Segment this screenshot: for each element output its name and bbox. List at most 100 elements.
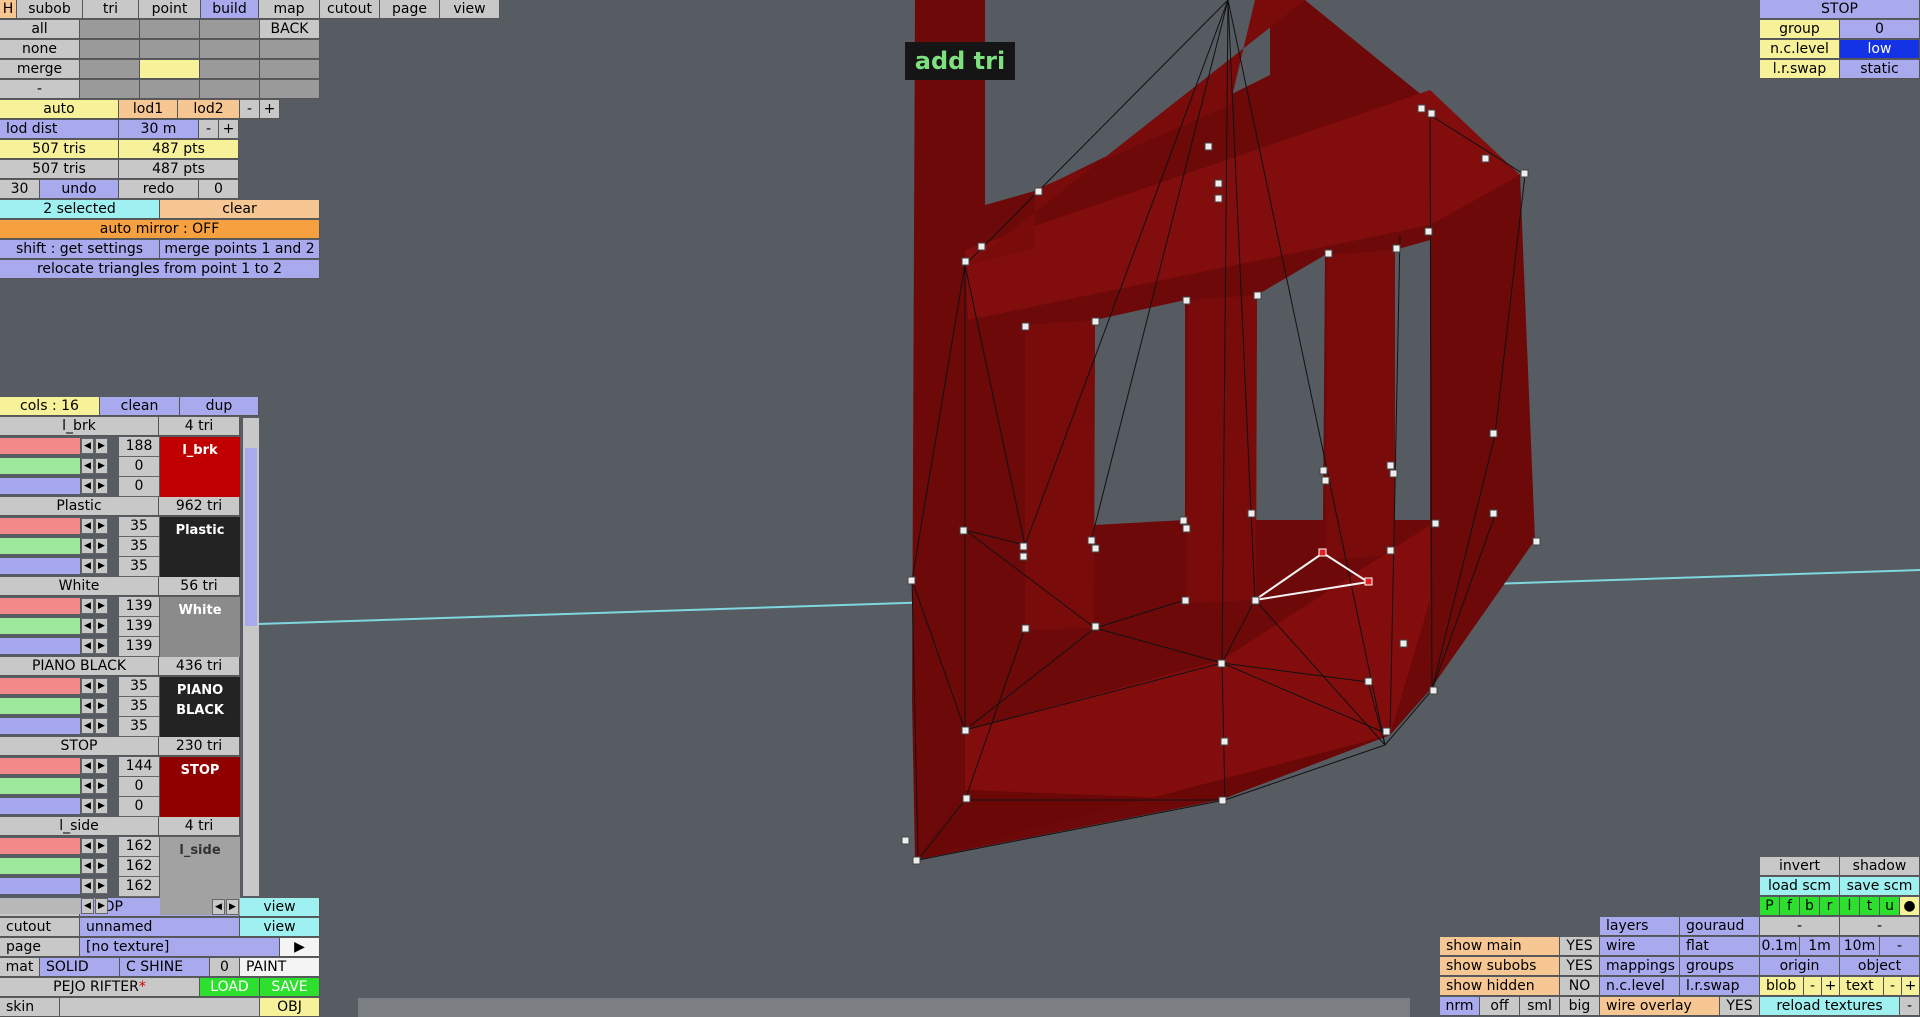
grid-minus-button[interactable]: - xyxy=(1880,937,1920,956)
color-channel-slider[interactable] xyxy=(0,838,80,854)
minus-button-2[interactable]: - xyxy=(1840,917,1920,936)
clear-selection-button[interactable]: clear xyxy=(160,200,320,219)
color-channel-slider[interactable] xyxy=(0,858,80,874)
arrow-left-icon[interactable]: ◀ xyxy=(81,878,94,894)
arrow-right-icon[interactable]: ▶ xyxy=(95,458,108,474)
arrow-right-icon[interactable]: ▶ xyxy=(95,718,108,734)
undo-button[interactable]: undo xyxy=(40,180,119,199)
view-r-button[interactable]: r xyxy=(1820,897,1840,916)
select-slot[interactable] xyxy=(80,40,140,59)
origin-button[interactable]: origin xyxy=(1760,957,1840,976)
arrow-right-icon[interactable]: ▶ xyxy=(95,598,108,614)
select-slot[interactable] xyxy=(140,40,200,59)
minus-button[interactable]: - xyxy=(1760,917,1840,936)
arrow-left-icon[interactable]: ◀ xyxy=(81,858,94,874)
grid-1m-button[interactable]: 1m xyxy=(1800,937,1840,956)
cshine-button[interactable]: C SHINE xyxy=(120,958,210,977)
arrow-right-icon[interactable]: ▶ xyxy=(95,878,108,894)
material-name[interactable]: l_side xyxy=(0,817,159,836)
auto-mirror-toggle[interactable]: auto mirror : OFF xyxy=(0,220,320,239)
view-l-button[interactable]: l xyxy=(1840,897,1860,916)
arrow-right-icon[interactable]: ▶ xyxy=(95,698,108,714)
arrow-left-icon[interactable]: ◀ xyxy=(81,478,94,494)
arrow-left-icon[interactable]: ◀ xyxy=(81,798,94,814)
view-dot-button[interactable]: ● xyxy=(1900,897,1920,916)
page-next-button[interactable]: ▶ xyxy=(280,938,320,957)
select-slot[interactable] xyxy=(200,20,260,39)
palette-scroll-thumb[interactable] xyxy=(245,448,257,626)
select-slot[interactable] xyxy=(140,80,200,99)
arrow-left-icon[interactable]: ◀ xyxy=(81,538,94,554)
save-scm-button[interactable]: save scm xyxy=(1840,877,1920,896)
lod2-button[interactable]: lod2 xyxy=(178,100,240,119)
arrow-right-icon[interactable]: ▶ xyxy=(95,638,108,654)
color-channel-slider[interactable] xyxy=(0,638,80,654)
color-channel-slider[interactable] xyxy=(0,678,80,694)
cutout-view-button[interactable]: view xyxy=(240,918,320,937)
color-channel-slider[interactable] xyxy=(0,558,80,574)
view-p-button[interactable]: P xyxy=(1760,897,1780,916)
arrow-right-icon[interactable]: ▶ xyxy=(95,518,108,534)
dup-button[interactable]: dup xyxy=(180,397,259,416)
select-none[interactable]: none xyxy=(0,40,80,59)
color-channel-slider[interactable] xyxy=(0,718,80,734)
view-u-button[interactable]: u xyxy=(1880,897,1900,916)
wire-button[interactable]: wire xyxy=(1600,937,1680,956)
wire-overlay-value[interactable]: YES xyxy=(1720,997,1760,1016)
lod-dist-minus-button[interactable]: - xyxy=(199,120,219,139)
arrow-right-icon[interactable]: ▶ xyxy=(95,858,108,874)
arrow-right-icon[interactable]: ▶ xyxy=(95,778,108,794)
arrow-left-icon[interactable]: ◀ xyxy=(81,718,94,734)
color-channel-slider[interactable] xyxy=(0,618,80,634)
color-channel-slider[interactable] xyxy=(0,458,80,474)
select-slot[interactable] xyxy=(260,40,320,59)
obj-button[interactable]: OBJ xyxy=(260,998,320,1017)
page-value[interactable]: [no texture] xyxy=(80,938,280,957)
mapping-view-button[interactable]: view xyxy=(240,898,320,917)
arrow-left-icon[interactable]: ◀ xyxy=(81,438,94,454)
select-slot[interactable] xyxy=(260,60,320,79)
menu-build[interactable]: build xyxy=(201,0,259,19)
lrswap-button[interactable]: l.r.swap xyxy=(1680,977,1760,996)
off-button[interactable]: off xyxy=(1480,997,1520,1016)
lod1-button[interactable]: lod1 xyxy=(119,100,178,119)
arrow-left-icon[interactable]: ◀ xyxy=(212,899,225,915)
arrow-left-icon[interactable]: ◀ xyxy=(81,758,94,774)
nrm-button[interactable]: nrm xyxy=(1440,997,1480,1016)
lod-auto-button[interactable]: auto xyxy=(0,100,119,119)
grid-10m-button[interactable]: 10m xyxy=(1840,937,1880,956)
show-main-label[interactable]: show main xyxy=(1440,937,1560,956)
select-slot[interactable] xyxy=(140,20,200,39)
color-channel-slider[interactable] xyxy=(0,478,80,494)
text-minus-button[interactable]: - xyxy=(1884,977,1902,996)
arrow-left-icon[interactable]: ◀ xyxy=(81,678,94,694)
color-channel-slider[interactable] xyxy=(0,758,80,774)
shift-get-settings[interactable]: shift : get settings xyxy=(0,240,160,259)
show-hidden-label[interactable]: show hidden xyxy=(1440,977,1560,996)
arrow-right-icon[interactable]: ▶ xyxy=(226,899,239,915)
select-minus[interactable]: - xyxy=(0,80,80,99)
select-slot[interactable] xyxy=(200,40,260,59)
arrow-right-icon[interactable]: ▶ xyxy=(95,558,108,574)
select-slot[interactable] xyxy=(80,20,140,39)
sml-button[interactable]: sml xyxy=(1520,997,1560,1016)
select-slot[interactable] xyxy=(200,80,260,99)
color-channel-slider[interactable] xyxy=(0,898,80,914)
redo-button[interactable]: redo xyxy=(119,180,199,199)
nclevel-value[interactable]: low xyxy=(1840,40,1920,59)
arrow-left-icon[interactable]: ◀ xyxy=(81,518,94,534)
arrow-left-icon[interactable]: ◀ xyxy=(81,618,94,634)
arrow-left-icon[interactable]: ◀ xyxy=(81,598,94,614)
select-slot[interactable] xyxy=(80,60,140,79)
merge-points-button[interactable]: merge points 1 and 2 xyxy=(160,240,320,259)
arrow-right-icon[interactable]: ▶ xyxy=(95,898,108,914)
paint-button[interactable]: PAINT xyxy=(240,958,320,977)
reload-minus-button[interactable]: - xyxy=(1900,997,1920,1016)
menu-subob[interactable]: subob xyxy=(17,0,83,19)
material-name[interactable]: White xyxy=(0,577,159,596)
color-channel-slider[interactable] xyxy=(0,698,80,714)
grid-01m-button[interactable]: 0.1m xyxy=(1760,937,1800,956)
group-value[interactable]: 0 xyxy=(1840,20,1920,39)
arrow-right-icon[interactable]: ▶ xyxy=(95,438,108,454)
arrow-right-icon[interactable]: ▶ xyxy=(95,838,108,854)
